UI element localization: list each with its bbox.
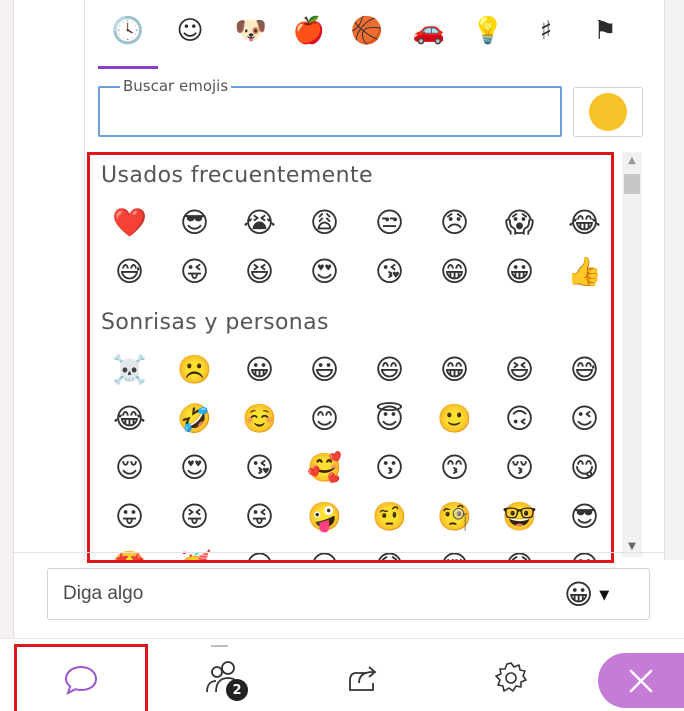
smileys-emoji[interactable]: 😇: [357, 394, 422, 443]
frequent-emoji[interactable]: 😁: [422, 247, 487, 296]
smileys-emoji[interactable]: 😀: [227, 345, 292, 394]
frequent-emoji[interactable]: 😭: [227, 198, 292, 247]
frequent-emoji[interactable]: 😂: [552, 198, 611, 247]
tab-recent-clock-icon[interactable]: 🕓: [108, 18, 148, 62]
smileys-emoji[interactable]: 😘: [227, 443, 292, 492]
chat-bubble-icon: [64, 665, 98, 695]
smileys-emoji[interactable]: 😅: [552, 345, 611, 394]
frequent-emoji[interactable]: 😅: [97, 247, 162, 296]
frequent-emoji[interactable]: 😞: [422, 198, 487, 247]
close-icon: [629, 669, 653, 692]
smiley-icon: 😀: [564, 578, 594, 611]
emoji-search-input[interactable]: [108, 98, 548, 126]
smileys-emoji[interactable]: 🧐: [422, 492, 487, 541]
tab-animals-dog-icon[interactable]: 🐶: [231, 18, 271, 62]
scroll-thumb[interactable]: [624, 174, 640, 194]
smileys-emoji[interactable]: 😁: [422, 345, 487, 394]
frequent-emoji[interactable]: 😆: [227, 247, 292, 296]
share-tab[interactable]: [334, 653, 390, 703]
emoji-grid-smileys: ☠️☹️😀😃😄😁😆😅😂🤣☺️😊😇🙂🙃😉😌😍😘🥰😗😙😚😋😛😝😜🤪🤨🧐🤓😎🤩🥳😏😒😞…: [97, 345, 611, 560]
message-composer: 😀 ▼: [47, 568, 650, 620]
smileys-emoji[interactable]: 😌: [97, 443, 162, 492]
smileys-emoji[interactable]: 😃: [292, 345, 357, 394]
smileys-emoji[interactable]: 🙃: [487, 394, 552, 443]
drag-handle[interactable]: [211, 645, 228, 647]
smileys-emoji[interactable]: 😊: [292, 394, 357, 443]
tab-food-apple-icon[interactable]: 🍎: [289, 18, 329, 62]
section-title-smileys: Sonrisas y personas: [101, 310, 329, 335]
smileys-emoji[interactable]: 😛: [97, 492, 162, 541]
smileys-emoji[interactable]: 🤪: [292, 492, 357, 541]
emoji-search-field[interactable]: Buscar emojis: [98, 77, 562, 137]
message-input[interactable]: [63, 579, 533, 609]
caret-down-icon: ▼: [599, 587, 610, 603]
tab-objects-lightbulb-icon[interactable]: 💡: [468, 18, 508, 62]
skin-tone-button[interactable]: [573, 87, 643, 137]
emoji-picker-toggle[interactable]: 😀 ▼: [564, 575, 644, 615]
divider: [14, 552, 664, 553]
smileys-emoji[interactable]: 😋: [552, 443, 611, 492]
right-edge-strip: [664, 0, 684, 560]
attendees-count-badge: 2: [226, 679, 248, 701]
active-tab-underline: [98, 66, 158, 69]
skin-tone-swatch: [589, 93, 627, 131]
smileys-emoji[interactable]: 😉: [552, 394, 611, 443]
tab-activities-basketball-icon[interactable]: 🏀: [347, 18, 387, 62]
smileys-emoji[interactable]: 😚: [487, 443, 552, 492]
frequent-emoji[interactable]: 😒: [357, 198, 422, 247]
frequent-emoji[interactable]: 👍: [552, 247, 611, 296]
smileys-emoji[interactable]: 😙: [422, 443, 487, 492]
gear-icon: [495, 662, 527, 692]
smileys-emoji[interactable]: 🥰: [292, 443, 357, 492]
frequent-emoji[interactable]: 😎: [162, 198, 227, 247]
emoji-category-tabs: 🕓 ☺ 🐶 🍎 🏀 🚗 💡 ♯ ⚑: [85, 0, 660, 72]
frequent-emoji[interactable]: 😱: [487, 198, 552, 247]
smileys-emoji[interactable]: ☺️: [227, 394, 292, 443]
bottom-navigation: 2: [0, 638, 684, 711]
chat-tab[interactable]: [14, 644, 148, 711]
attendees-tab[interactable]: 2: [188, 649, 264, 707]
emoji-picker: 🕓 ☺ 🐶 🍎 🏀 🚗 💡 ♯ ⚑ Buscar emojis Usados f…: [84, 0, 660, 563]
smileys-emoji[interactable]: 🙂: [422, 394, 487, 443]
smileys-emoji[interactable]: 😝: [162, 492, 227, 541]
search-label: Buscar emojis: [120, 77, 232, 95]
frequent-emoji[interactable]: 😘: [357, 247, 422, 296]
emoji-grid-frequent: ❤️ 😎 😭 😩 😒 😞 😱 😂 😅 😜 😆 😍 😘 😁 😀 👍: [97, 198, 611, 296]
smileys-emoji[interactable]: 🤣: [162, 394, 227, 443]
frequent-emoji[interactable]: 😜: [162, 247, 227, 296]
tab-smileys-smiley-icon[interactable]: ☺: [170, 18, 210, 62]
emoji-scrollbar[interactable]: ▲ ▼: [622, 152, 642, 557]
scroll-up-arrow-icon[interactable]: ▲: [622, 154, 642, 168]
settings-tab[interactable]: [486, 653, 536, 703]
tab-flags-flag-icon[interactable]: ⚑: [585, 18, 625, 62]
close-panel-button[interactable]: [598, 653, 684, 708]
smileys-emoji[interactable]: 😆: [487, 345, 552, 394]
smileys-emoji[interactable]: 🤓: [487, 492, 552, 541]
frequent-emoji[interactable]: 😀: [487, 247, 552, 296]
smileys-emoji[interactable]: ☠️: [97, 345, 162, 394]
smileys-emoji[interactable]: 😎: [552, 492, 611, 541]
tab-symbols-icon[interactable]: ♯: [526, 18, 566, 62]
smileys-emoji[interactable]: ☹️: [162, 345, 227, 394]
share-icon: [349, 666, 377, 691]
smileys-emoji[interactable]: 😄: [357, 345, 422, 394]
emoji-list-panel: Usados frecuentemente ❤️ 😎 😭 😩 😒 😞 😱 😂 😅 😜 😆 😍 😘 😁 😀 👍 …: [87, 152, 614, 563]
smileys-emoji[interactable]: 😗: [357, 443, 422, 492]
frequent-emoji[interactable]: 😩: [292, 198, 357, 247]
left-edge-strip: [0, 0, 14, 711]
tab-travel-car-icon[interactable]: 🚗: [409, 18, 449, 62]
smileys-emoji[interactable]: 😂: [97, 394, 162, 443]
smileys-emoji[interactable]: 😜: [227, 492, 292, 541]
section-title-frequent: Usados frecuentemente: [101, 163, 373, 188]
frequent-emoji[interactable]: 😍: [292, 247, 357, 296]
frequent-emoji[interactable]: ❤️: [97, 198, 162, 247]
smileys-emoji[interactable]: 😍: [162, 443, 227, 492]
smileys-emoji[interactable]: 🤨: [357, 492, 422, 541]
